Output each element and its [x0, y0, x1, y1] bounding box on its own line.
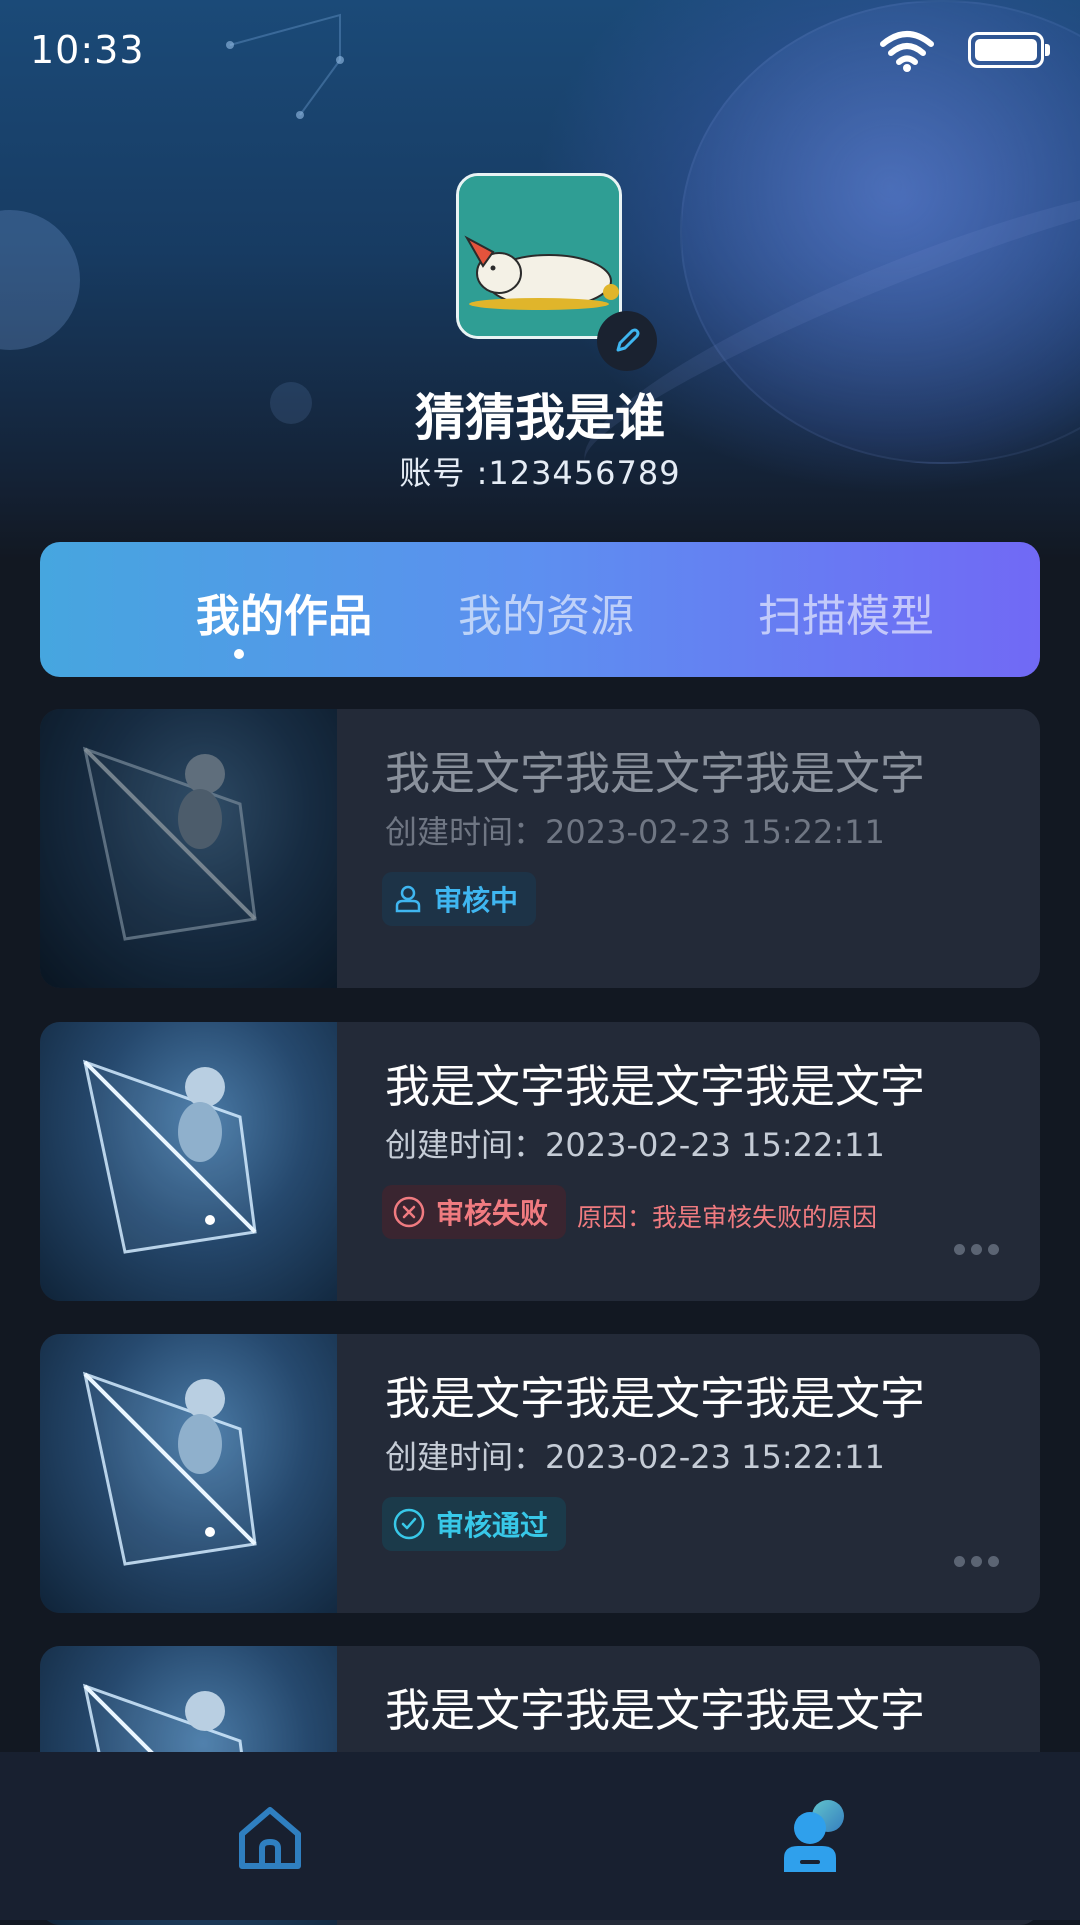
- work-title: 我是文字我是文字我是文字: [385, 1060, 926, 1113]
- account-number: 账号 :123456789: [399, 454, 681, 492]
- status-badge: 审核失败: [382, 1185, 567, 1239]
- work-title: 我是文字我是文字我是文字: [385, 1684, 926, 1737]
- tab-bar: 我的作品 我的资源 扫描模型: [40, 542, 1040, 677]
- work-created-time: 创建时间：2023-02-23 15:22:11: [385, 1126, 885, 1164]
- avatar[interactable]: [456, 173, 622, 339]
- battery-icon: [968, 32, 1050, 68]
- planet-decoration-small: [0, 210, 80, 350]
- more-options-icon[interactable]: [954, 1556, 999, 1567]
- reviewer-icon: [395, 885, 421, 913]
- avatar-image: [459, 176, 619, 336]
- work-thumbnail: [40, 1022, 337, 1301]
- status-text: 审核失败: [436, 1197, 549, 1230]
- status-text: 审核通过: [436, 1509, 549, 1542]
- tab-my-works[interactable]: 我的作品: [134, 580, 434, 644]
- wifi-icon: [880, 31, 934, 72]
- work-thumbnail: [40, 1334, 337, 1613]
- pencil-icon: [616, 328, 640, 352]
- status-time: 10:33: [30, 28, 145, 72]
- work-thumbnail: [40, 709, 337, 988]
- home-icon[interactable]: [236, 1804, 304, 1872]
- status-badge: 审核通过: [382, 1497, 567, 1551]
- tab-my-resources[interactable]: 我的资源: [396, 580, 696, 644]
- status-badge: 审核中: [382, 872, 537, 926]
- edit-avatar-button[interactable]: [597, 311, 657, 371]
- work-card[interactable]: 我是文字我是文字我是文字 创建时间：2023-02-23 15:22:11 审核…: [40, 709, 1040, 988]
- work-title: 我是文字我是文字我是文字: [385, 747, 926, 800]
- close-circle-icon: [393, 1196, 425, 1228]
- username: 猜猜我是谁: [415, 389, 665, 447]
- work-title: 我是文字我是文字我是文字: [385, 1372, 926, 1425]
- profile-icon[interactable]: [778, 1798, 854, 1874]
- tab-scan-model[interactable]: 扫描模型: [696, 580, 996, 644]
- work-card[interactable]: 我是文字我是文字我是文字 创建时间：2023-02-23 15:22:11 审核…: [40, 1334, 1040, 1613]
- fail-reason: 原因：我是审核失败的原因: [577, 1203, 878, 1232]
- status-bar: 10:33: [0, 0, 1080, 100]
- active-tab-indicator: [234, 649, 244, 659]
- check-circle-icon: [393, 1508, 425, 1540]
- work-created-time: 创建时间：2023-02-23 15:22:11: [385, 1438, 885, 1476]
- status-text: 审核中: [434, 884, 519, 917]
- work-created-time: 创建时间：2023-02-23 15:22:11: [385, 813, 885, 851]
- more-options-icon[interactable]: [954, 1244, 999, 1255]
- work-card[interactable]: 我是文字我是文字我是文字 创建时间：2023-02-23 15:22:11 审核…: [40, 1022, 1040, 1301]
- bottom-navigation: [0, 1752, 1080, 1920]
